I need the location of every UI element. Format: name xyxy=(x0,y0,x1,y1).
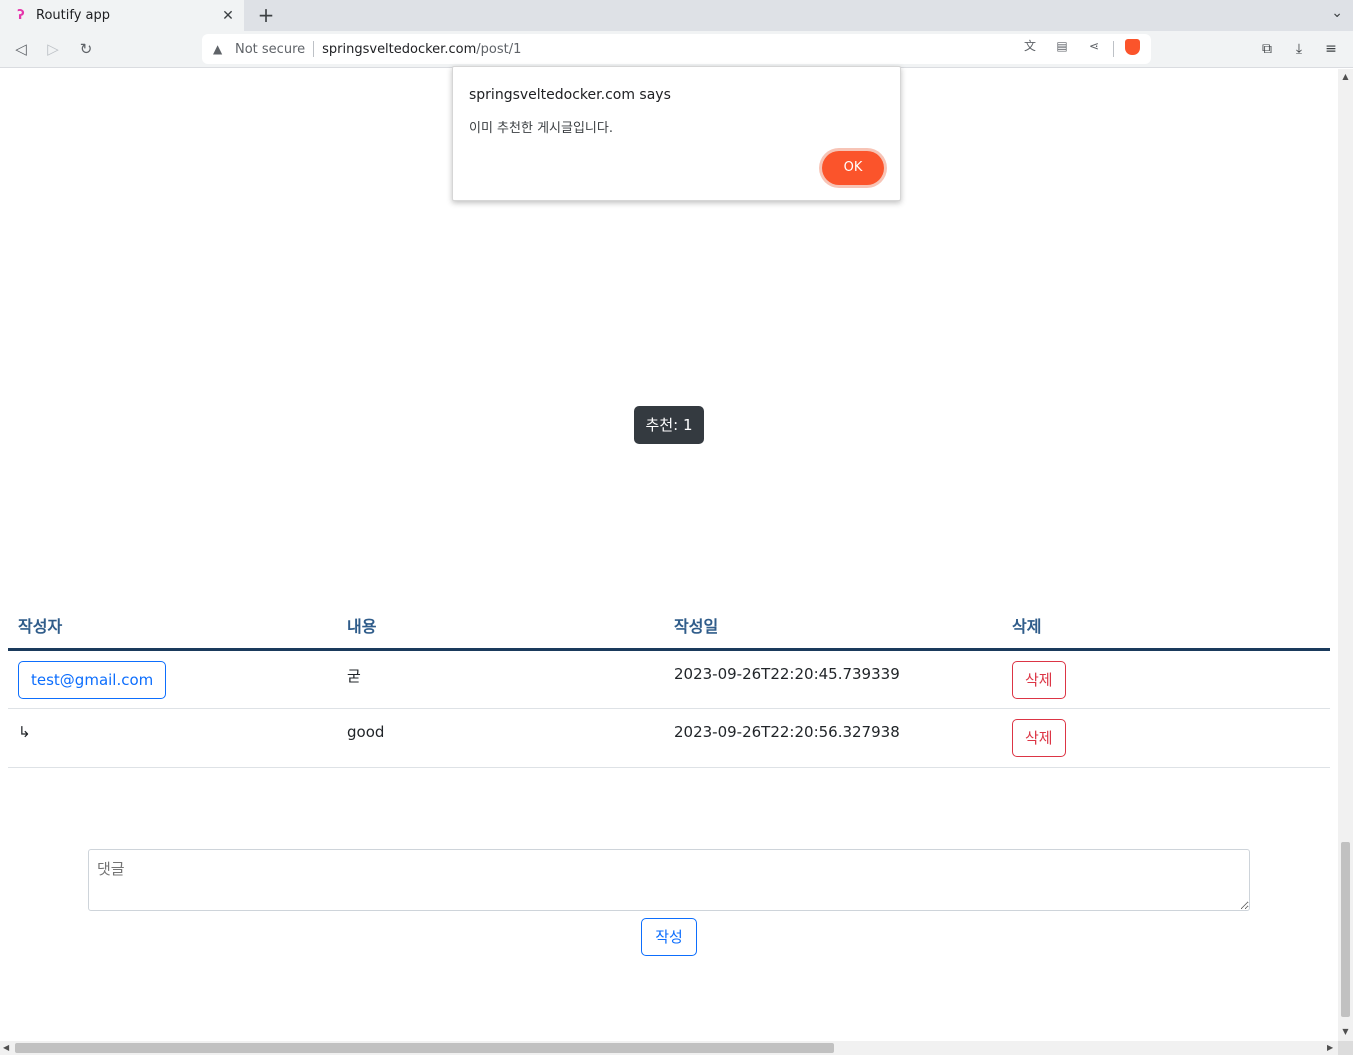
menu-icon[interactable]: ≡ xyxy=(1321,39,1341,59)
date-cell: 2023-09-26T22:20:45.739339 xyxy=(664,649,1002,709)
extensions-icon[interactable]: ⧉ xyxy=(1257,39,1277,59)
scroll-right-icon[interactable]: ▶ xyxy=(1327,1041,1333,1055)
browser-toolbar: ◁ ▷ ↻ ▲ Not secure springsveltedocker.co… xyxy=(0,31,1353,68)
reader-mode-icon[interactable]: ▤ xyxy=(1054,38,1070,54)
url-text[interactable]: springsveltedocker.com/post/1 xyxy=(322,42,521,57)
alert-dialog: springsveltedocker.com says 이미 추천한 게시글입니… xyxy=(452,66,901,201)
translate-icon[interactable]: 文 xyxy=(1022,38,1038,54)
delete-button[interactable]: 삭제 xyxy=(1012,660,1066,699)
table-row: test@gmail.com 굳 2023-09-26T22:20:45.739… xyxy=(8,649,1330,709)
url-path: /post/1 xyxy=(476,41,522,57)
author-email-button[interactable]: test@gmail.com xyxy=(18,660,167,699)
security-status[interactable]: Not secure xyxy=(235,42,305,57)
header-delete: 삭제 xyxy=(1002,602,1330,651)
horizontal-scroll-thumb[interactable] xyxy=(15,1043,834,1053)
reload-icon[interactable]: ↻ xyxy=(76,39,96,59)
routify-favicon-icon: ʔ xyxy=(17,7,25,23)
date-cell: 2023-09-26T22:20:56.327938 xyxy=(664,708,1002,768)
table-row: ↳ good 2023-09-26T22:20:56.327938 삭제 xyxy=(8,708,1330,768)
tab-search-chevron-icon[interactable]: ⌄ xyxy=(1331,5,1343,21)
dialog-message: 이미 추천한 게시글입니다. xyxy=(469,121,613,136)
close-tab-icon[interactable]: ✕ xyxy=(218,8,238,24)
omnibox-divider xyxy=(313,41,315,57)
dialog-origin: springsveltedocker.com says xyxy=(469,87,671,103)
delete-cell: 삭제 xyxy=(1002,649,1330,709)
comments-table: 작성자 내용 작성일 삭제 test@gmail.com 굳 2023-09-2… xyxy=(8,602,1330,768)
tab-title: Routify app xyxy=(36,8,110,23)
forward-icon[interactable]: ▷ xyxy=(43,39,63,59)
new-tab-icon[interactable]: + xyxy=(255,4,277,26)
toolbar-divider xyxy=(1113,41,1114,57)
comment-input[interactable] xyxy=(88,849,1250,911)
vertical-scroll-thumb[interactable] xyxy=(1341,842,1350,1017)
delete-cell: 삭제 xyxy=(1002,708,1330,768)
table-header-row: 작성자 내용 작성일 삭제 xyxy=(8,602,1330,651)
back-icon[interactable]: ◁ xyxy=(11,39,31,59)
content-cell: good xyxy=(337,708,664,768)
warning-icon: ▲ xyxy=(213,42,223,56)
vertical-scrollbar[interactable]: ▲ ▼ xyxy=(1338,69,1353,1041)
dialog-ok-button[interactable]: OK xyxy=(822,151,884,185)
scroll-down-icon[interactable]: ▼ xyxy=(1338,1027,1353,1036)
recommend-button[interactable]: 추천: 1 xyxy=(634,406,704,444)
browser-tab[interactable]: ʔ Routify app ✕ xyxy=(0,0,244,31)
brave-shields-icon[interactable] xyxy=(1125,39,1140,55)
address-bar[interactable]: ▲ Not secure springsveltedocker.com/post… xyxy=(202,34,1151,64)
horizontal-scrollbar[interactable]: ◀ ▶ xyxy=(0,1041,1338,1055)
reply-indicator: ↳ xyxy=(8,708,337,768)
header-author: 작성자 xyxy=(8,602,337,651)
page-content: 추천: 1 작성자 내용 작성일 삭제 test@gmail.com 굳 202… xyxy=(0,69,1338,1041)
content-cell: 굳 xyxy=(337,649,664,709)
share-icon[interactable]: ⋖ xyxy=(1086,38,1102,54)
url-domain: springsveltedocker.com xyxy=(322,41,477,57)
submit-comment-button[interactable]: 작성 xyxy=(641,918,697,956)
author-cell: test@gmail.com xyxy=(8,649,337,709)
tab-strip: ʔ Routify app ✕ + ⌄ xyxy=(0,0,1353,31)
scroll-up-icon[interactable]: ▲ xyxy=(1338,72,1353,81)
scroll-left-icon[interactable]: ◀ xyxy=(3,1041,9,1055)
scrollbar-corner xyxy=(1338,1041,1353,1055)
header-date: 작성일 xyxy=(664,602,1002,651)
download-icon[interactable]: ⤓ xyxy=(1289,39,1309,59)
header-content: 내용 xyxy=(337,602,664,651)
delete-button[interactable]: 삭제 xyxy=(1012,718,1066,757)
